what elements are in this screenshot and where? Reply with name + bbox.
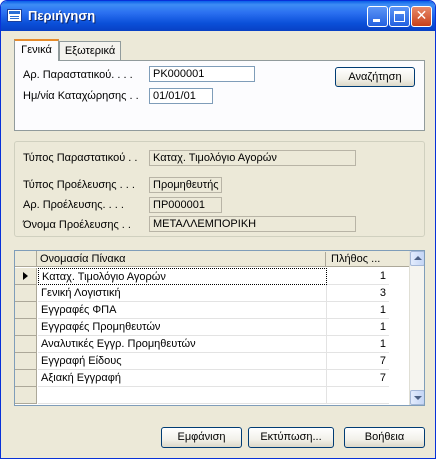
posting-date-input[interactable]: 01/01/01 bbox=[149, 88, 213, 104]
table-row[interactable]: Αξιακή Εγγραφή 7 bbox=[15, 370, 409, 387]
show-button[interactable]: Εμφάνιση bbox=[161, 427, 242, 448]
table-row[interactable]: Καταχ. Τιμολόγιο Αγορών 1 bbox=[15, 268, 409, 285]
row-count[interactable] bbox=[327, 387, 389, 404]
row-table-name[interactable]: Αναλυτικές Εγγρ. Προμηθευτών bbox=[38, 336, 327, 353]
row-table-name[interactable]: Γενική Λογιστική bbox=[38, 285, 327, 302]
maximize-button[interactable] bbox=[389, 6, 410, 27]
source-name-value: ΜΕΤΑΛΛΕΜΠΟΡΙΚΗ bbox=[149, 216, 356, 232]
column-header-count[interactable]: Πλήθος ... bbox=[328, 252, 388, 267]
row-selector[interactable] bbox=[15, 353, 37, 370]
row-count[interactable]: 1 bbox=[327, 319, 389, 336]
row-selector[interactable] bbox=[15, 302, 37, 319]
row-table-name[interactable]: Καταχ. Τιμολόγιο Αγορών bbox=[38, 268, 327, 285]
find-button[interactable]: Αναζήτηση bbox=[335, 67, 415, 87]
maximize-icon bbox=[394, 11, 405, 22]
table-row[interactable]: Γενική Λογιστική 3 bbox=[15, 285, 409, 302]
source-no-value: ΠΡ000001 bbox=[149, 197, 222, 213]
row-selector[interactable] bbox=[15, 370, 37, 387]
row-count[interactable]: 1 bbox=[327, 268, 389, 285]
row-table-name[interactable] bbox=[38, 387, 327, 404]
close-icon: ✕ bbox=[415, 8, 428, 24]
arrow-up-icon bbox=[414, 256, 422, 260]
print-button[interactable]: Εκτύπωση... bbox=[248, 427, 334, 448]
table-row[interactable]: Εγγραφή Είδους 7 bbox=[15, 353, 409, 370]
navigate-window: Περιήγηση ✕ Γενικά Εξωτερικά Αρ. Παραστα… bbox=[0, 0, 436, 459]
row-selector[interactable] bbox=[15, 336, 37, 353]
row-table-name[interactable]: Αξιακή Εγγραφή bbox=[38, 370, 327, 387]
vertical-scrollbar[interactable] bbox=[409, 251, 424, 405]
row-count[interactable]: 3 bbox=[327, 285, 389, 302]
source-type-value: Προμηθευτής bbox=[149, 177, 222, 193]
doc-type-value: Καταχ. Τιμολόγιο Αγορών bbox=[149, 150, 356, 166]
row-selector[interactable] bbox=[15, 387, 37, 404]
grid-header: Ονομασία Πίνακα Πλήθος ... bbox=[15, 251, 409, 267]
table-row[interactable]: Αναλυτικές Εγγρ. Προμηθευτών 1 bbox=[15, 336, 409, 353]
row-table-name[interactable]: Εγγραφές ΦΠΑ bbox=[38, 302, 327, 319]
doc-no-input[interactable]: PK000001 bbox=[149, 66, 255, 82]
scroll-down-button[interactable] bbox=[410, 390, 424, 405]
help-button[interactable]: Βοήθεια bbox=[344, 427, 425, 448]
row-selector[interactable] bbox=[15, 319, 37, 336]
row-table-name[interactable]: Εγγραφές Προμηθευτών bbox=[38, 319, 327, 336]
source-no-label: Αρ. Προέλευσης. . . . bbox=[23, 199, 124, 211]
doc-type-label: Τύπος Παραστατικού . . bbox=[23, 152, 138, 164]
scroll-up-button[interactable] bbox=[410, 251, 424, 266]
row-count[interactable]: 7 bbox=[327, 353, 389, 370]
arrow-down-icon bbox=[414, 396, 422, 400]
doc-no-label: Αρ. Παραστατικού. . . . bbox=[23, 69, 133, 81]
tab-external[interactable]: Εξωτερικά bbox=[59, 41, 121, 61]
minimize-button[interactable] bbox=[367, 6, 388, 27]
window-icon bbox=[7, 9, 22, 22]
row-table-name[interactable]: Εγγραφή Είδους bbox=[38, 353, 327, 370]
posting-date-label: Ημ/νία Καταχώρησης . . bbox=[23, 90, 139, 102]
close-button[interactable]: ✕ bbox=[411, 6, 432, 27]
table-row[interactable]: Εγγραφές ΦΠΑ 1 bbox=[15, 302, 409, 319]
source-name-label: Όνομα Προέλευσης . . bbox=[23, 219, 131, 231]
row-selector[interactable] bbox=[15, 285, 37, 302]
current-row-arrow-icon bbox=[23, 272, 28, 280]
row-count[interactable]: 1 bbox=[327, 302, 389, 319]
title-bar[interactable]: Περιήγηση ✕ bbox=[1, 1, 435, 31]
tables-grid[interactable]: Ονομασία Πίνακα Πλήθος ... Καταχ. Τιμολό… bbox=[14, 250, 425, 406]
row-selector[interactable] bbox=[15, 268, 37, 285]
minimize-icon bbox=[373, 19, 380, 22]
column-header-table-name[interactable]: Ονομασία Πίνακα bbox=[38, 252, 326, 267]
source-type-label: Τύπος Προέλευσης . . . bbox=[23, 179, 135, 191]
tab-general[interactable]: Γενικά bbox=[14, 39, 59, 61]
window-title: Περιήγηση bbox=[28, 8, 96, 23]
table-row-empty[interactable] bbox=[15, 387, 409, 404]
header-selector-cell bbox=[15, 251, 37, 267]
table-row[interactable]: Εγγραφές Προμηθευτών 1 bbox=[15, 319, 409, 336]
row-count[interactable]: 7 bbox=[327, 370, 389, 387]
row-count[interactable]: 1 bbox=[327, 336, 389, 353]
